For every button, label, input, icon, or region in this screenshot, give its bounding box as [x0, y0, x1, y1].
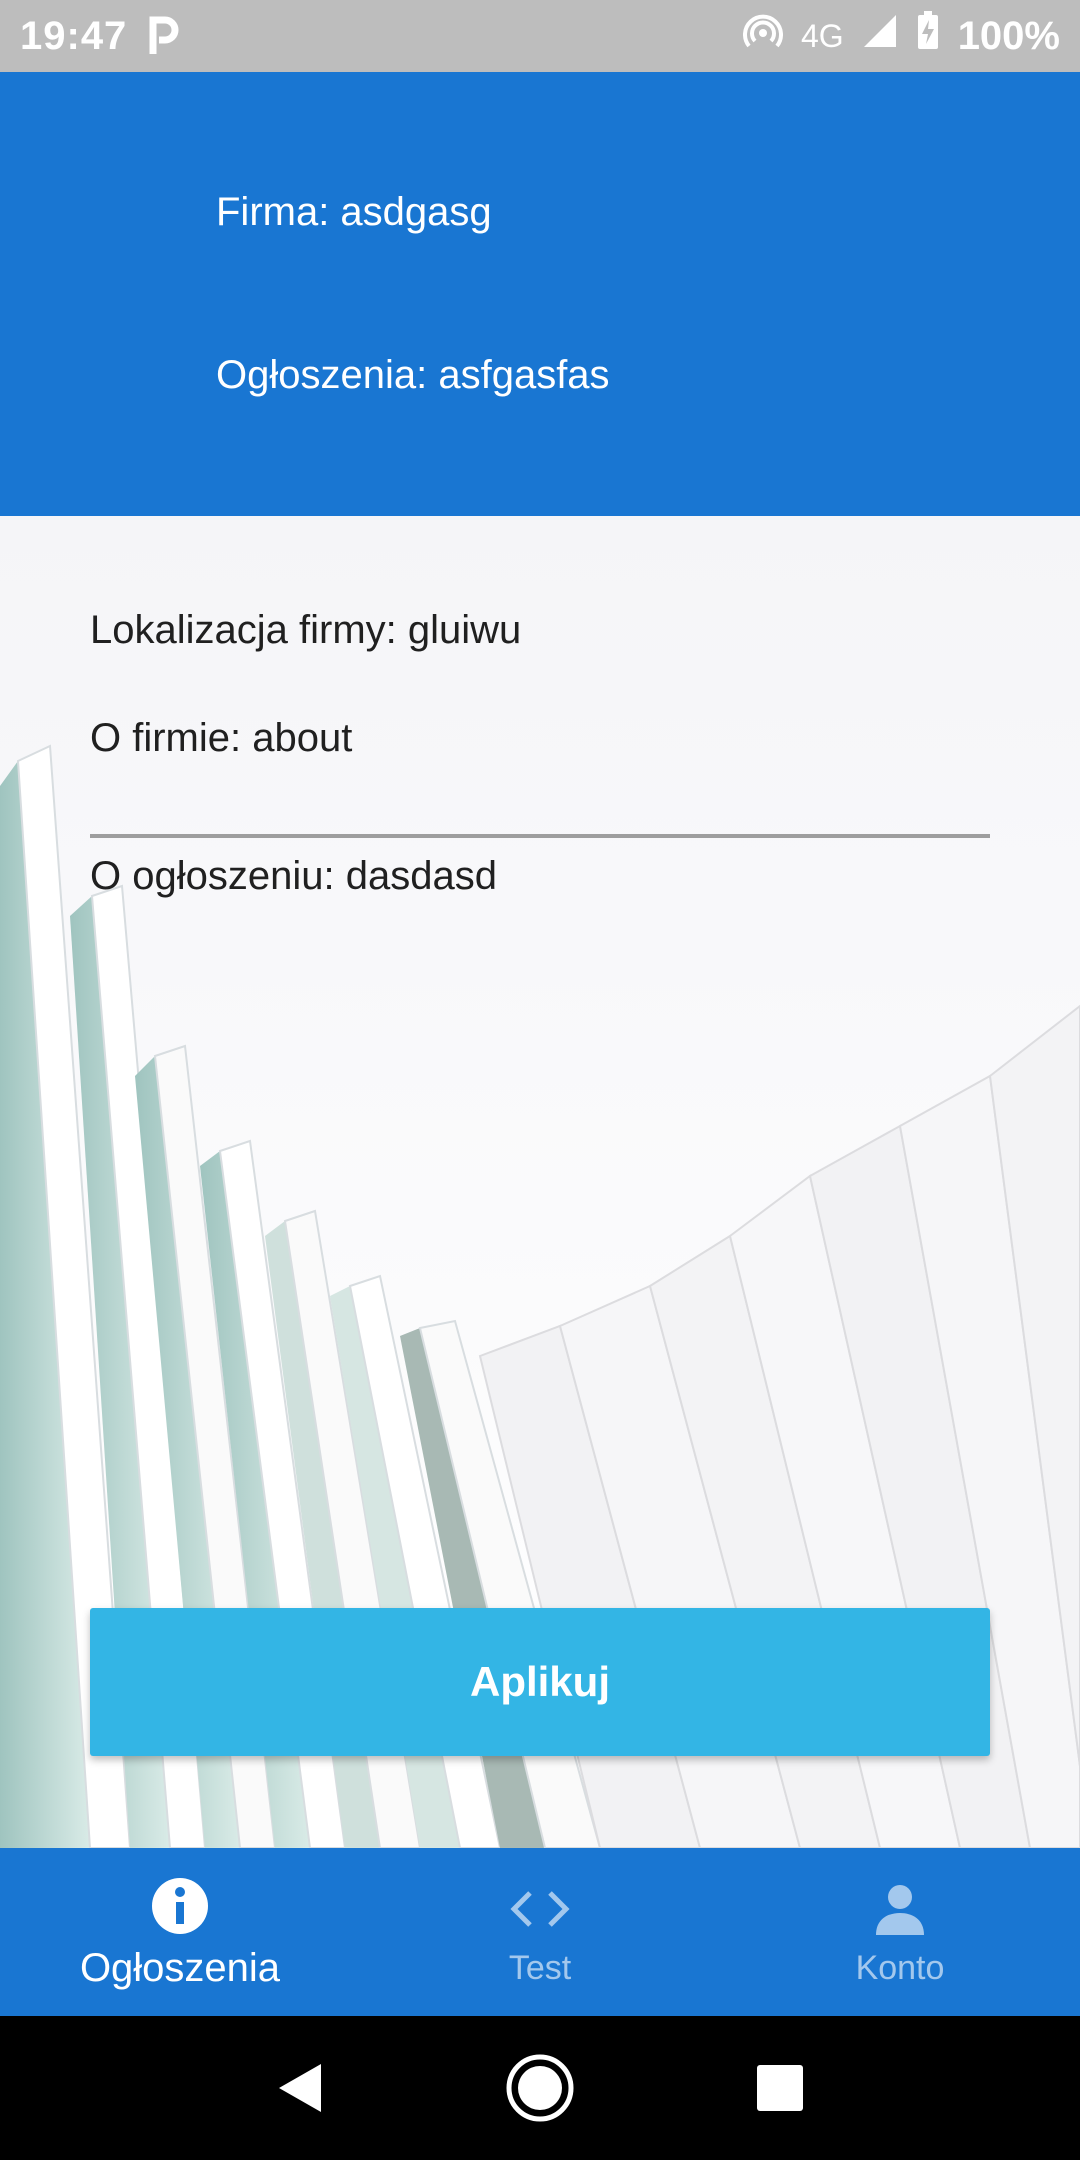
- ad-description: O ogłoszeniu: dasdasd: [90, 854, 497, 898]
- info-icon: [148, 1874, 212, 1938]
- header: Firma: asdgasg Ogłoszenia: asfgasfas: [0, 72, 1080, 516]
- nav-item-konto[interactable]: Konto: [720, 1848, 1080, 2016]
- battery-percent: 100%: [957, 13, 1060, 58]
- company-location: Lokalizacja firmy: gluiwu: [90, 608, 522, 652]
- apply-button[interactable]: Aplikuj: [90, 1608, 990, 1756]
- company-about: O firmie: about: [90, 716, 353, 760]
- nav-label-konto: Konto: [855, 1948, 945, 1987]
- divider: [90, 834, 990, 838]
- status-bar: 19:47 4G 100%: [0, 0, 1080, 72]
- code-icon: [508, 1877, 572, 1941]
- system-navigation-bar: [0, 2016, 1080, 2160]
- nav-item-ogloszenia[interactable]: Ogłoszenia: [0, 1848, 360, 2016]
- nav-item-test[interactable]: Test: [360, 1848, 720, 2016]
- back-icon[interactable]: [260, 2048, 340, 2128]
- nav-label-ogloszenia: Ogłoszenia: [79, 1945, 281, 1990]
- status-time: 19:47: [20, 13, 128, 58]
- status-left: 19:47: [20, 14, 181, 59]
- content-area: Lokalizacja firmy: gluiwu O firmie: abou…: [0, 516, 1080, 1848]
- signal-icon: [862, 13, 898, 59]
- nav-label-test: Test: [508, 1948, 572, 1987]
- bottom-navigation: Ogłoszenia Test Konto: [0, 1848, 1080, 2016]
- p-icon: [145, 16, 181, 56]
- battery-charging-icon: [916, 11, 940, 61]
- recents-icon[interactable]: [740, 2048, 820, 2128]
- status-right: 4G 100%: [743, 11, 1060, 61]
- home-icon[interactable]: [500, 2048, 580, 2128]
- firm-name: Firma: asdgasg: [216, 190, 492, 234]
- ad-title: Ogłoszenia: asfgasfas: [216, 353, 610, 397]
- person-icon: [868, 1877, 932, 1941]
- network-label: 4G: [801, 17, 844, 54]
- hotspot-icon: [743, 11, 783, 61]
